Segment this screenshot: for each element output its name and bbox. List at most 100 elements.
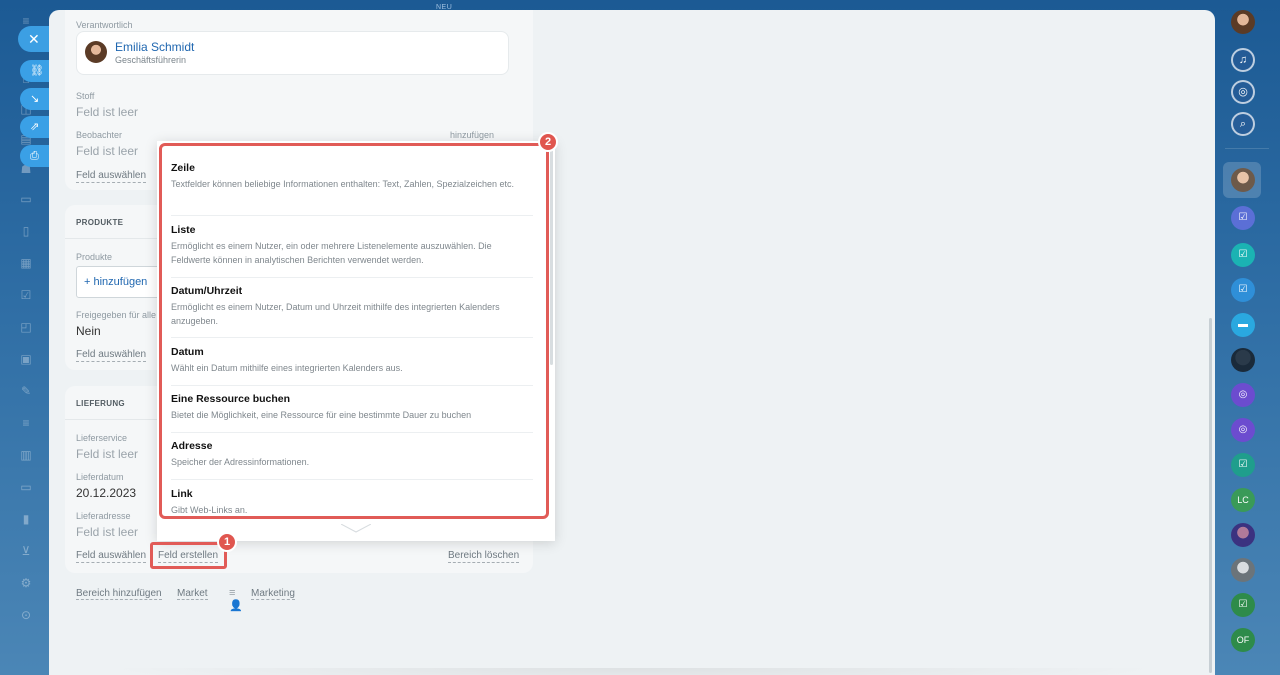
right-sidebar: ♫ ◎ ⌕ ☑ ☑ ☑ ▬ ◎ ◎ ☑ LC ☑ OF <box>1215 0 1280 675</box>
divider <box>1225 148 1269 149</box>
file-icon[interactable]: ▯ <box>17 222 35 240</box>
settings-icon[interactable]: ⚙ <box>17 574 35 592</box>
menu-item-description: Gibt Web-Links an. <box>171 505 248 515</box>
close-slider-button[interactable]: ✕ <box>18 26 52 52</box>
box-icon[interactable]: ▥ <box>17 446 35 464</box>
popup-scrollbar[interactable] <box>550 150 553 365</box>
chat-icon[interactable]: ▬ <box>1231 313 1255 337</box>
menu-item-description: Bietet die Möglichkeit, eine Ressource f… <box>171 410 472 420</box>
menu-item-datum-uhrzeit[interactable]: Datum/Uhrzeit Ermöglicht es einem Nutzer… <box>171 285 533 338</box>
shared-value: Nein <box>76 324 101 338</box>
responsible-person-card[interactable]: Emilia Schmidt Geschäftsführerin <box>76 31 509 75</box>
delivery-service-value: Feld ist leer <box>76 447 139 461</box>
bell-icon[interactable]: ♫ <box>1231 48 1255 72</box>
chat-avatar[interactable] <box>1231 523 1255 547</box>
stoff-value: Feld ist leer <box>76 105 139 119</box>
filter-icon[interactable]: ≡ <box>17 414 35 432</box>
shared-label: Freigegeben für alle <box>76 310 156 320</box>
print-icon: ⎙ <box>30 150 39 162</box>
copilot-chat-icon[interactable]: ◎ <box>1231 418 1255 442</box>
responsible-label: Verantwortlich <box>76 20 133 30</box>
menu-item-title: Link <box>171 488 193 500</box>
responsible-name[interactable]: Emilia Schmidt <box>115 40 194 54</box>
delivery-date-label: Lieferdatum <box>76 472 124 482</box>
task-icon[interactable]: ☑ <box>1231 593 1255 617</box>
delete-section-link[interactable]: Bereich löschen <box>448 550 520 563</box>
menu-item-zeile[interactable]: Zeile Textfelder können beliebige Inform… <box>171 162 533 216</box>
task-icon[interactable]: ☑ <box>1231 278 1255 302</box>
bottom-shadow <box>99 668 1165 675</box>
create-field-highlight <box>150 542 227 569</box>
beobachter-label: Beobachter <box>76 130 123 140</box>
download-icon: ↘ <box>30 93 40 105</box>
calendar-icon[interactable]: ▣ <box>17 350 35 368</box>
search-icon[interactable]: ⌕ <box>1231 112 1255 136</box>
link-icon: ⛓ <box>30 65 44 77</box>
menu-item-ressource-buchen[interactable]: Eine Ressource buchen Bietet die Möglich… <box>171 393 533 433</box>
products-section-title: PRODUKTE <box>76 218 124 227</box>
menu-item-liste[interactable]: Liste Ermöglicht es einem Nutzer, ein od… <box>171 224 533 278</box>
pen-icon[interactable]: ✎ <box>17 382 35 400</box>
market-link[interactable]: Market <box>177 588 208 600</box>
menu-item-description: Speicher der Adressinformationen. <box>171 457 310 467</box>
checkbox-icon[interactable]: ☑ <box>17 286 35 304</box>
panel-scrollbar[interactable] <box>1209 318 1212 673</box>
menu-item-datum[interactable]: Datum Wählt ein Datum mithilfe eines int… <box>171 346 533 386</box>
copilot-icon[interactable]: ◎ <box>1231 80 1255 104</box>
external-link-icon: ⇗ <box>30 121 40 133</box>
card-icon[interactable]: ▭ <box>17 478 35 496</box>
marketing-link[interactable]: Marketing <box>251 588 295 600</box>
task-icon[interactable]: ☑ <box>1231 206 1255 230</box>
beobachter-add-link[interactable]: hinzufügen <box>450 130 494 140</box>
chat-avatar[interactable] <box>1231 168 1255 192</box>
delivery-service-label: Lieferservice <box>76 433 128 443</box>
delivery-section-title: LIEFERUNG <box>76 399 125 408</box>
field-type-menu: Zeile Textfelder können beliebige Inform… <box>159 143 549 519</box>
copilot-chat-icon[interactable]: ◎ <box>1231 383 1255 407</box>
add-section-link[interactable]: Bereich hinzufügen <box>76 588 162 600</box>
callout-badge-2: 2 <box>538 132 558 152</box>
menu-item-adresse[interactable]: Adresse Speicher der Adressinformationen… <box>171 440 533 480</box>
chat-initials-lc[interactable]: LC <box>1231 488 1255 512</box>
board-icon[interactable]: ▦ <box>17 254 35 272</box>
responsible-position: Geschäftsführerin <box>115 55 187 65</box>
copy-link-button[interactable]: ⛓ <box>20 60 52 82</box>
select-field-link-delivery[interactable]: Feld auswählen <box>76 550 147 563</box>
beobachter-value: Feld ist leer <box>76 144 139 158</box>
cart-icon[interactable]: ⊻ <box>17 542 35 560</box>
menu-item-description: Textfelder können beliebige Informatione… <box>171 179 515 189</box>
delivery-address-label: Lieferadresse <box>76 511 131 521</box>
delivery-address-value: Feld ist leer <box>76 525 139 539</box>
task-icon[interactable]: ☑ <box>1231 243 1255 267</box>
menu-item-title: Liste <box>171 224 196 236</box>
menu-item-link[interactable]: Link Gibt Web-Links an. <box>171 488 533 516</box>
menu-item-title: Eine Ressource buchen <box>171 393 291 405</box>
chat-initials-of[interactable]: OF <box>1231 628 1255 652</box>
open-new-window-button[interactable]: ⇗ <box>20 116 52 138</box>
menu-item-description: Ermöglicht es einem Nutzer, Datum und Uh… <box>171 302 500 326</box>
menu-item-title: Adresse <box>171 440 213 452</box>
callout-badge-1: 1 <box>217 532 237 552</box>
task-icon[interactable]: ☑ <box>1231 453 1255 477</box>
group-avatar[interactable] <box>1231 558 1255 582</box>
stoff-label: Stoff <box>76 91 95 101</box>
avatar <box>85 41 107 63</box>
menu-item-description: Wählt ein Datum mithilfe eines integrier… <box>171 363 403 373</box>
chat-icon[interactable]: ◰ <box>17 318 35 336</box>
products-label: Produkte <box>76 252 113 262</box>
delivery-date-value: 20.12.2023 <box>76 486 137 500</box>
add-product-button[interactable]: + hinzufügen <box>76 266 166 298</box>
select-field-link-products[interactable]: Feld auswählen <box>76 349 147 362</box>
storage-icon[interactable]: ▭ <box>17 190 35 208</box>
left-navigation: ≡ ⌂ ◫ ▤ ☗ ▭ ▯ ▦ ☑ ◰ ▣ ✎ ≡ ▥ ▭ ▮ ⊻ ⚙ ⊙ ✕ … <box>0 0 52 675</box>
user-avatar[interactable] <box>1231 10 1255 34</box>
select-field-link-top[interactable]: Feld auswählen <box>76 170 147 183</box>
marketing-icon: ≡👤 <box>229 587 243 612</box>
analytics-icon[interactable]: ▮ <box>17 510 35 528</box>
menu-item-title: Zeile <box>171 162 195 174</box>
close-icon: ✕ <box>28 31 40 47</box>
more-icon[interactable]: ⊙ <box>17 606 35 624</box>
chat-avatar[interactable] <box>1231 348 1255 372</box>
download-button[interactable]: ↘ <box>20 88 52 110</box>
print-button[interactable]: ⎙ <box>20 145 52 167</box>
